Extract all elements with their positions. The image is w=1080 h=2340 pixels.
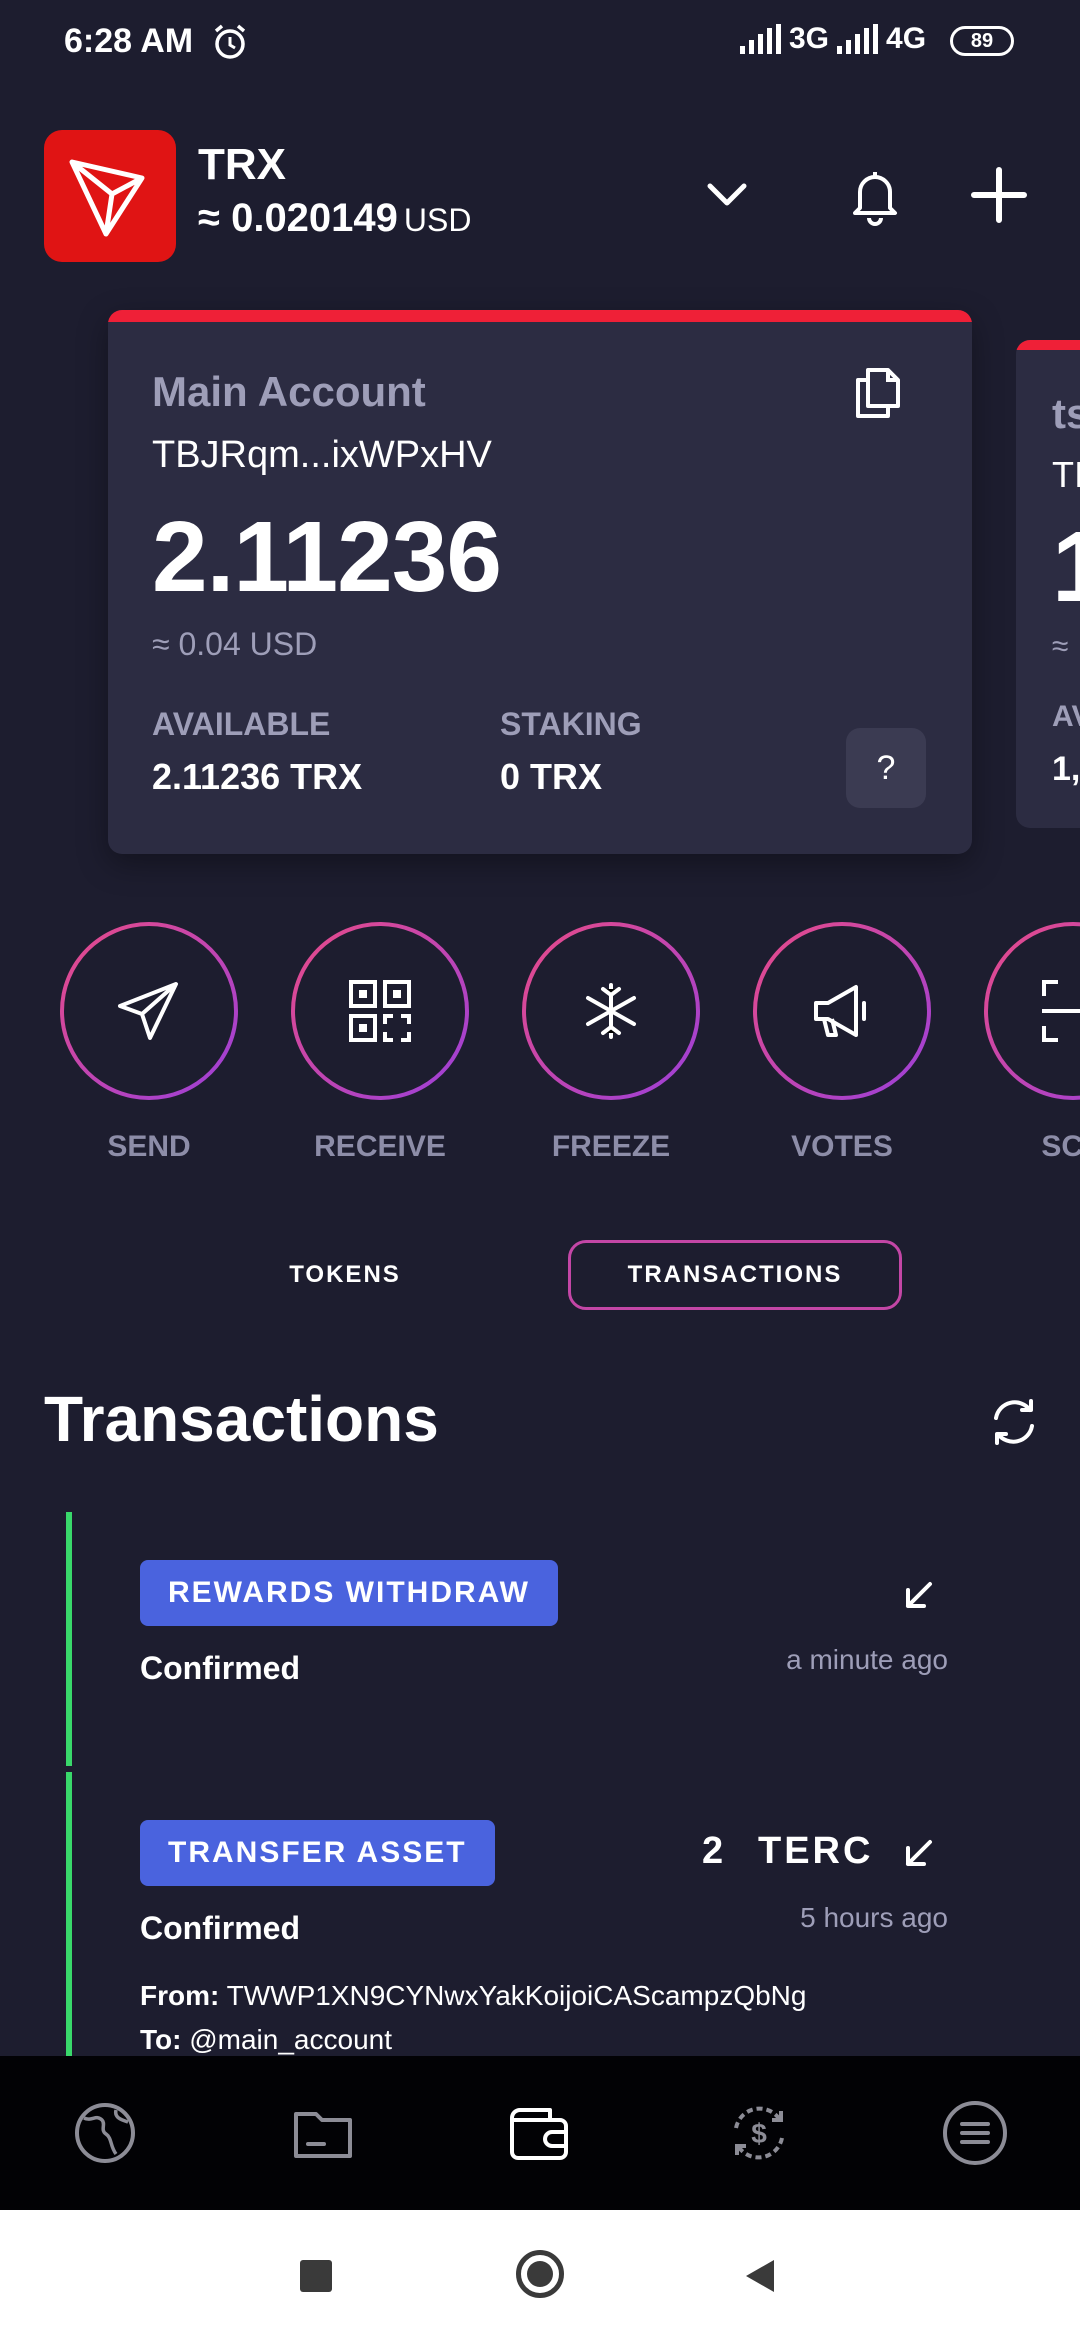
freeze-button[interactable]: FREEZE bbox=[522, 922, 700, 1164]
globe-icon[interactable] bbox=[70, 2098, 140, 2168]
transaction-type-badge: REWARDS WITHDRAW bbox=[140, 1560, 558, 1626]
status-time: 6:28 AM bbox=[64, 22, 194, 60]
help-button[interactable]: ? bbox=[846, 728, 926, 808]
paper-plane-icon bbox=[118, 982, 178, 1040]
bottom-navigation: $ bbox=[0, 2056, 1080, 2210]
staking-label: STAKING bbox=[500, 706, 642, 742]
account-balance: 2.11236 bbox=[152, 501, 502, 613]
scan-icon bbox=[1042, 980, 1080, 1042]
tab-tokens[interactable]: TOKENS bbox=[230, 1240, 460, 1310]
chevron-down-icon[interactable] bbox=[692, 160, 762, 230]
bell-icon[interactable] bbox=[840, 160, 910, 230]
megaphone-icon bbox=[814, 985, 866, 1037]
transaction-from: From: TWWP1XN9CYNwxYakKoijoiCAScampzQbNg bbox=[140, 1980, 806, 2012]
tron-logo-icon bbox=[69, 159, 145, 237]
scan-button[interactable]: SCA bbox=[984, 922, 1080, 1164]
transaction-status: Confirmed bbox=[140, 1910, 300, 1946]
card-accent-bar bbox=[1016, 340, 1080, 350]
svg-text:$: $ bbox=[751, 2118, 767, 2149]
add-icon[interactable] bbox=[964, 160, 1034, 230]
transaction-status: Confirmed bbox=[140, 1650, 300, 1686]
home-button[interactable] bbox=[516, 2250, 564, 2298]
to-address: @main_account bbox=[189, 2024, 392, 2055]
signal-icon bbox=[837, 24, 879, 54]
exchange-icon[interactable]: $ bbox=[724, 2098, 794, 2168]
peek-account-address: TI bbox=[1052, 454, 1080, 495]
transaction-amount: 2 bbox=[702, 1830, 727, 1872]
qr-code-icon bbox=[349, 980, 411, 1042]
battery-indicator: 89 bbox=[950, 26, 1014, 56]
peek-value: 1, bbox=[1052, 750, 1080, 788]
network-3g: 3G bbox=[789, 22, 830, 55]
wallet-icon[interactable] bbox=[504, 2098, 574, 2168]
status-bar-indicator bbox=[66, 1772, 72, 2056]
receive-label: RECEIVE bbox=[314, 1130, 446, 1163]
price-prefix: ≈ bbox=[198, 196, 220, 240]
freeze-label: FREEZE bbox=[551, 1130, 671, 1163]
price-unit: USD bbox=[403, 202, 472, 238]
available-value: 2.11236 TRX bbox=[152, 756, 363, 797]
send-button[interactable]: SEND bbox=[60, 922, 238, 1164]
available-label: AVAILABLE bbox=[152, 706, 331, 742]
transaction-item[interactable]: TRANSFER ASSET 2 TERC Confirmed 5 hours … bbox=[66, 1772, 966, 2056]
transaction-time: 5 hours ago bbox=[800, 1902, 948, 1933]
signal-icon bbox=[740, 24, 781, 54]
folder-icon[interactable] bbox=[288, 2098, 358, 2168]
staking-value: 0 TRX bbox=[500, 756, 603, 797]
receive-button[interactable]: RECEIVE bbox=[291, 922, 469, 1164]
transaction-time: a minute ago bbox=[786, 1644, 948, 1675]
tab-transactions[interactable]: TRANSACTIONS bbox=[568, 1240, 902, 1310]
from-label: From: bbox=[140, 1980, 220, 2011]
to-label: To: bbox=[140, 2024, 182, 2055]
fiat-balance: ≈ 0.04 USD bbox=[152, 626, 318, 662]
transaction-to: To: @main_account bbox=[140, 2024, 392, 2056]
system-navigation bbox=[0, 2210, 1080, 2340]
refresh-icon[interactable] bbox=[986, 1394, 1042, 1450]
peek-label: AV bbox=[1052, 700, 1080, 733]
menu-icon[interactable] bbox=[940, 2098, 1010, 2168]
snowflake-icon bbox=[586, 983, 636, 1039]
token-title: TRX bbox=[198, 140, 286, 189]
votes-label: VOTES bbox=[791, 1130, 893, 1163]
copy-icon[interactable] bbox=[848, 360, 908, 420]
peek-account-balance: 1 bbox=[1052, 511, 1080, 623]
price-value: 0.020149 bbox=[231, 196, 398, 240]
card-accent-bar bbox=[108, 310, 972, 322]
alarm-icon bbox=[214, 24, 246, 59]
back-button[interactable] bbox=[740, 2256, 780, 2296]
peek-account-name: ts bbox=[1052, 390, 1080, 437]
transaction-token: TERC bbox=[758, 1830, 874, 1872]
section-title: Transactions bbox=[44, 1383, 439, 1455]
recent-apps-button[interactable] bbox=[300, 2260, 332, 2292]
scan-label: SCA bbox=[1041, 1130, 1080, 1163]
incoming-arrow-icon bbox=[906, 1582, 932, 1608]
account-name: Main Account bbox=[152, 368, 426, 415]
peek-fiat: ≈ bbox=[1052, 630, 1069, 663]
next-account-card[interactable]: ts TI 1 ≈ AV 1, bbox=[1016, 340, 1080, 828]
transaction-type-badge: TRANSFER ASSET bbox=[140, 1820, 495, 1886]
from-address: TWWP1XN9CYNwxYakKoijoiCAScampzQbNg bbox=[226, 1980, 807, 2011]
network-indicators: 3G 4G bbox=[740, 22, 926, 56]
token-price: ≈ 0.020149 USD bbox=[198, 196, 471, 241]
account-card[interactable]: Main Account TBJRqm...ixWPxHV 2.11236 ≈ … bbox=[108, 310, 972, 854]
votes-button[interactable]: VOTES bbox=[753, 922, 931, 1164]
network-4g: 4G bbox=[886, 22, 927, 55]
status-bar: 6:28 AM 3G 4G 89 bbox=[0, 0, 1080, 86]
send-label: SEND bbox=[107, 1130, 191, 1163]
incoming-arrow-icon bbox=[906, 1840, 932, 1866]
tron-logo bbox=[44, 130, 176, 262]
status-bar-indicator bbox=[66, 1512, 72, 1766]
transaction-item[interactable]: REWARDS WITHDRAW Confirmed a minute ago bbox=[66, 1512, 966, 1766]
account-address: TBJRqm...ixWPxHV bbox=[152, 434, 492, 476]
